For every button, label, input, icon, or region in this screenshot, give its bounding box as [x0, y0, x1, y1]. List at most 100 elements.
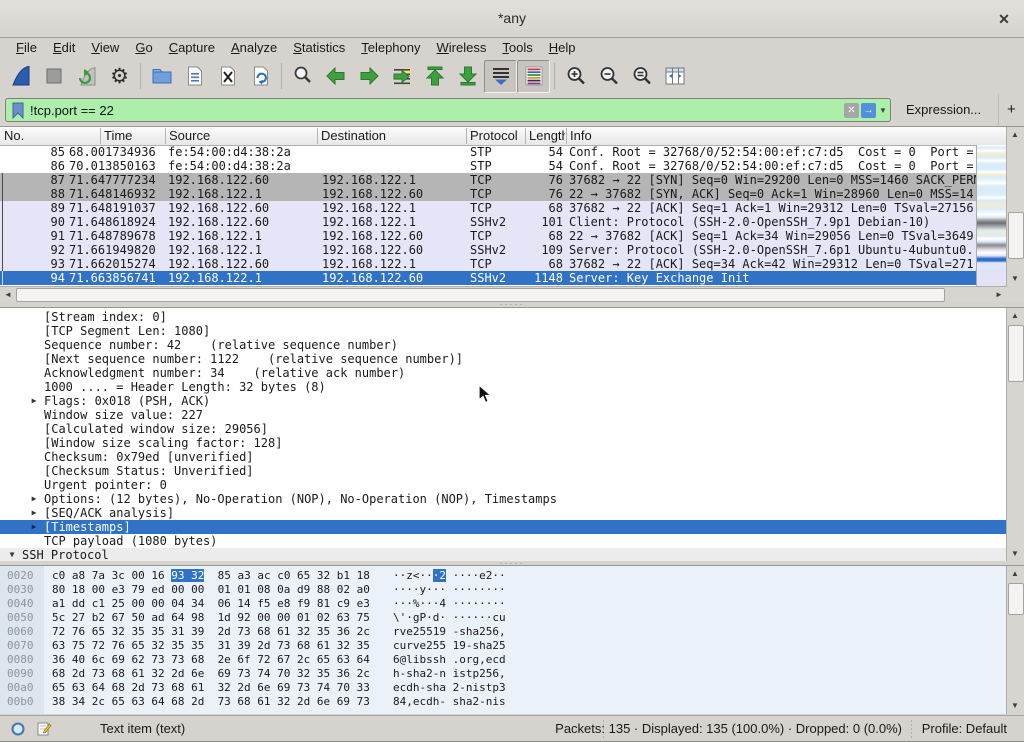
- packet-row-88[interactable]: 8871.648146932192.168.122.1192.168.122.6…: [0, 187, 977, 201]
- filter-value[interactable]: !tcp.port == 22: [30, 103, 844, 118]
- scroll-thumb[interactable]: [1008, 212, 1024, 259]
- scroll-left-icon[interactable]: ◄: [0, 287, 16, 303]
- zoom-in-icon[interactable]: [559, 60, 592, 93]
- hex-row-00a0[interactable]: 00a065 63 64 68 2d 73 68 61 32 2d 6e 69 …: [0, 681, 1007, 695]
- detail-line[interactable]: [Checksum Status: Unverified]: [0, 464, 1007, 478]
- scroll-thumb[interactable]: [1008, 325, 1024, 382]
- hex-ascii[interactable]: ··z<···2 ····e2··: [393, 569, 506, 583]
- hex-bytes[interactable]: a1 dd c1 25 00 00 04 34 06 14 f5 e8 f9 8…: [52, 597, 370, 611]
- hex-row-0050[interactable]: 00505c 27 b2 67 50 ad 64 98 1d 92 00 00 …: [0, 611, 1007, 625]
- detail-line[interactable]: [TCP Segment Len: 1080]: [0, 324, 1007, 338]
- scroll-thumb[interactable]: [16, 288, 945, 302]
- menu-analyze[interactable]: Analyze: [223, 38, 285, 58]
- go-to-packet-icon[interactable]: [385, 60, 418, 93]
- detail-vscrollbar[interactable]: ▲ ▼: [1006, 308, 1024, 562]
- go-first-icon[interactable]: [418, 60, 451, 93]
- zoom-original-icon[interactable]: [625, 60, 658, 93]
- hex-bytes[interactable]: 63 75 72 76 65 32 35 35 31 39 2d 73 68 6…: [52, 639, 370, 653]
- packet-row-91[interactable]: 9171.648789678192.168.122.1192.168.122.6…: [0, 229, 977, 243]
- hex-row-0090[interactable]: 009068 2d 73 68 61 32 2d 6e 69 73 74 70 …: [0, 667, 1007, 681]
- menu-telephony[interactable]: Telephony: [353, 38, 428, 58]
- hex-row-0040[interactable]: 0040a1 dd c1 25 00 00 04 34 06 14 f5 e8 …: [0, 597, 1007, 611]
- hex-bytes[interactable]: 80 18 00 e3 79 ed 00 00 01 01 08 0a d9 8…: [52, 583, 370, 597]
- capture-start-icon[interactable]: [4, 60, 37, 93]
- scroll-down-icon[interactable]: ▼: [1007, 546, 1023, 562]
- packet-row-90[interactable]: 9071.648618924192.168.122.60192.168.122.…: [0, 215, 977, 229]
- menu-wireless[interactable]: Wireless: [429, 38, 495, 58]
- packet-row-93[interactable]: 9371.662015274192.168.122.60192.168.122.…: [0, 257, 977, 271]
- hex-row-0080[interactable]: 008036 40 6c 69 62 73 73 68 2e 6f 72 67 …: [0, 653, 1007, 667]
- hex-bytes[interactable]: 68 2d 73 68 61 32 2d 6e 69 73 74 70 32 3…: [52, 667, 370, 681]
- detail-line[interactable]: Checksum: 0x79ed [unverified]: [0, 450, 1007, 464]
- menu-edit[interactable]: Edit: [45, 38, 83, 58]
- filter-bookmark-icon[interactable]: [6, 99, 30, 121]
- expand-icon[interactable]: ▶: [28, 394, 40, 408]
- filter-apply-icon[interactable]: →: [861, 103, 876, 118]
- hex-row-00b0[interactable]: 00b038 34 2c 65 63 64 68 2d 73 68 61 32 …: [0, 695, 1007, 709]
- hex-ascii[interactable]: 6@libssh .org,ecd: [393, 653, 506, 667]
- packet-row-85[interactable]: 8568.001734936fe:54:00:d4:38:2aSTP54Conf…: [0, 145, 977, 159]
- hex-ascii[interactable]: ecdh-sha 2-nistp3: [393, 681, 506, 695]
- packet-list-vscrollbar[interactable]: ▲ ▼: [1006, 127, 1024, 287]
- hex-ascii[interactable]: 84,ecdh- sha2-nis: [393, 695, 506, 709]
- hex-vscrollbar[interactable]: ▲ ▼: [1006, 566, 1024, 714]
- menu-capture[interactable]: Capture: [161, 38, 223, 58]
- hex-ascii[interactable]: h-sha2-n istp256,: [393, 667, 506, 681]
- file-reload-icon[interactable]: [244, 60, 277, 93]
- capture-comment-icon[interactable]: [36, 721, 52, 740]
- packet-row-94[interactable]: 9471.663856741192.168.122.1192.168.122.6…: [0, 271, 977, 285]
- hex-row-0030[interactable]: 003080 18 00 e3 79 ed 00 00 01 01 08 0a …: [0, 583, 1007, 597]
- detail-line[interactable]: ▶[SEQ/ACK analysis]: [0, 506, 1007, 520]
- scroll-up-icon[interactable]: ▲: [1007, 127, 1023, 143]
- scroll-down-icon[interactable]: ▼: [1007, 271, 1023, 287]
- detail-line[interactable]: Sequence number: 42 (relative sequence n…: [0, 338, 1007, 352]
- col-header-time[interactable]: Time: [104, 127, 164, 145]
- detail-line[interactable]: Acknowledgment number: 34 (relative ack …: [0, 366, 1007, 380]
- hex-bytes[interactable]: 65 63 64 68 2d 73 68 61 32 2d 6e 69 73 7…: [52, 681, 370, 695]
- col-header-destination[interactable]: Destination: [321, 127, 463, 145]
- hex-row-0020[interactable]: 0020c0 a8 7a 3c 00 16 93 32 85 a3 ac c0 …: [0, 569, 1007, 583]
- close-icon[interactable]: ✕: [993, 8, 1015, 30]
- col-header-source[interactable]: Source: [169, 127, 314, 145]
- detail-line[interactable]: [Window size scaling factor: 128]: [0, 436, 1007, 450]
- go-forward-icon[interactable]: [352, 60, 385, 93]
- expert-info-icon[interactable]: [10, 721, 26, 740]
- file-open-icon[interactable]: [145, 60, 178, 93]
- colorize-packets-icon[interactable]: [517, 60, 550, 93]
- hex-bytes[interactable]: c0 a8 7a 3c 00 16 93 32 85 a3 ac c0 65 3…: [52, 569, 370, 583]
- menu-help[interactable]: Help: [541, 38, 584, 58]
- detail-line[interactable]: ▶Options: (12 bytes), No-Operation (NOP)…: [0, 492, 1007, 506]
- packet-row-86[interactable]: 8670.013850163fe:54:00:d4:38:2aSTP54Conf…: [0, 159, 977, 173]
- hex-ascii[interactable]: rve25519 -sha256,: [393, 625, 506, 639]
- expression-button[interactable]: Expression...: [900, 94, 987, 125]
- detail-line[interactable]: 1000 .... = Header Length: 32 bytes (8): [0, 380, 1007, 394]
- packet-list-minimap[interactable]: [976, 145, 1007, 287]
- find-packet-icon[interactable]: [286, 60, 319, 93]
- scroll-right-icon[interactable]: ►: [991, 287, 1007, 303]
- filter-clear-icon[interactable]: ✕: [844, 103, 859, 118]
- detail-line[interactable]: ▶Flags: 0x018 (PSH, ACK): [0, 394, 1007, 408]
- hex-ascii[interactable]: ····y··· ········: [393, 583, 506, 597]
- capture-restart-icon[interactable]: [70, 60, 103, 93]
- detail-line[interactable]: Window size value: 227: [0, 408, 1007, 422]
- hex-bytes[interactable]: 36 40 6c 69 62 73 73 68 2e 6f 72 67 2c 6…: [52, 653, 370, 667]
- hex-bytes[interactable]: 72 76 65 32 35 35 31 39 2d 73 68 61 32 3…: [52, 625, 370, 639]
- scroll-thumb[interactable]: [1008, 583, 1024, 615]
- menu-file[interactable]: File: [8, 38, 45, 58]
- resize-columns-icon[interactable]: [658, 60, 691, 93]
- scroll-up-icon[interactable]: ▲: [1007, 308, 1023, 324]
- file-close-icon[interactable]: [211, 60, 244, 93]
- go-last-icon[interactable]: [451, 60, 484, 93]
- hex-row-0060[interactable]: 006072 76 65 32 35 35 31 39 2d 73 68 61 …: [0, 625, 1007, 639]
- go-back-icon[interactable]: [319, 60, 352, 93]
- detail-line[interactable]: [Next sequence number: 1122 (relative se…: [0, 352, 1007, 366]
- capture-options-icon[interactable]: ⚙: [103, 60, 136, 93]
- detail-line[interactable]: ▶[Timestamps]: [0, 520, 1007, 534]
- status-profile[interactable]: Profile: Default: [922, 716, 1007, 742]
- detail-line[interactable]: [Stream index: 0]: [0, 310, 1007, 324]
- detail-line[interactable]: [Calculated window size: 29056]: [0, 422, 1007, 436]
- packet-row-87[interactable]: 8771.647777234192.168.122.60192.168.122.…: [0, 173, 977, 187]
- detail-line[interactable]: Urgent pointer: 0: [0, 478, 1007, 492]
- hex-row-0070[interactable]: 007063 75 72 76 65 32 35 35 31 39 2d 73 …: [0, 639, 1007, 653]
- add-filter-button[interactable]: +: [998, 94, 1024, 125]
